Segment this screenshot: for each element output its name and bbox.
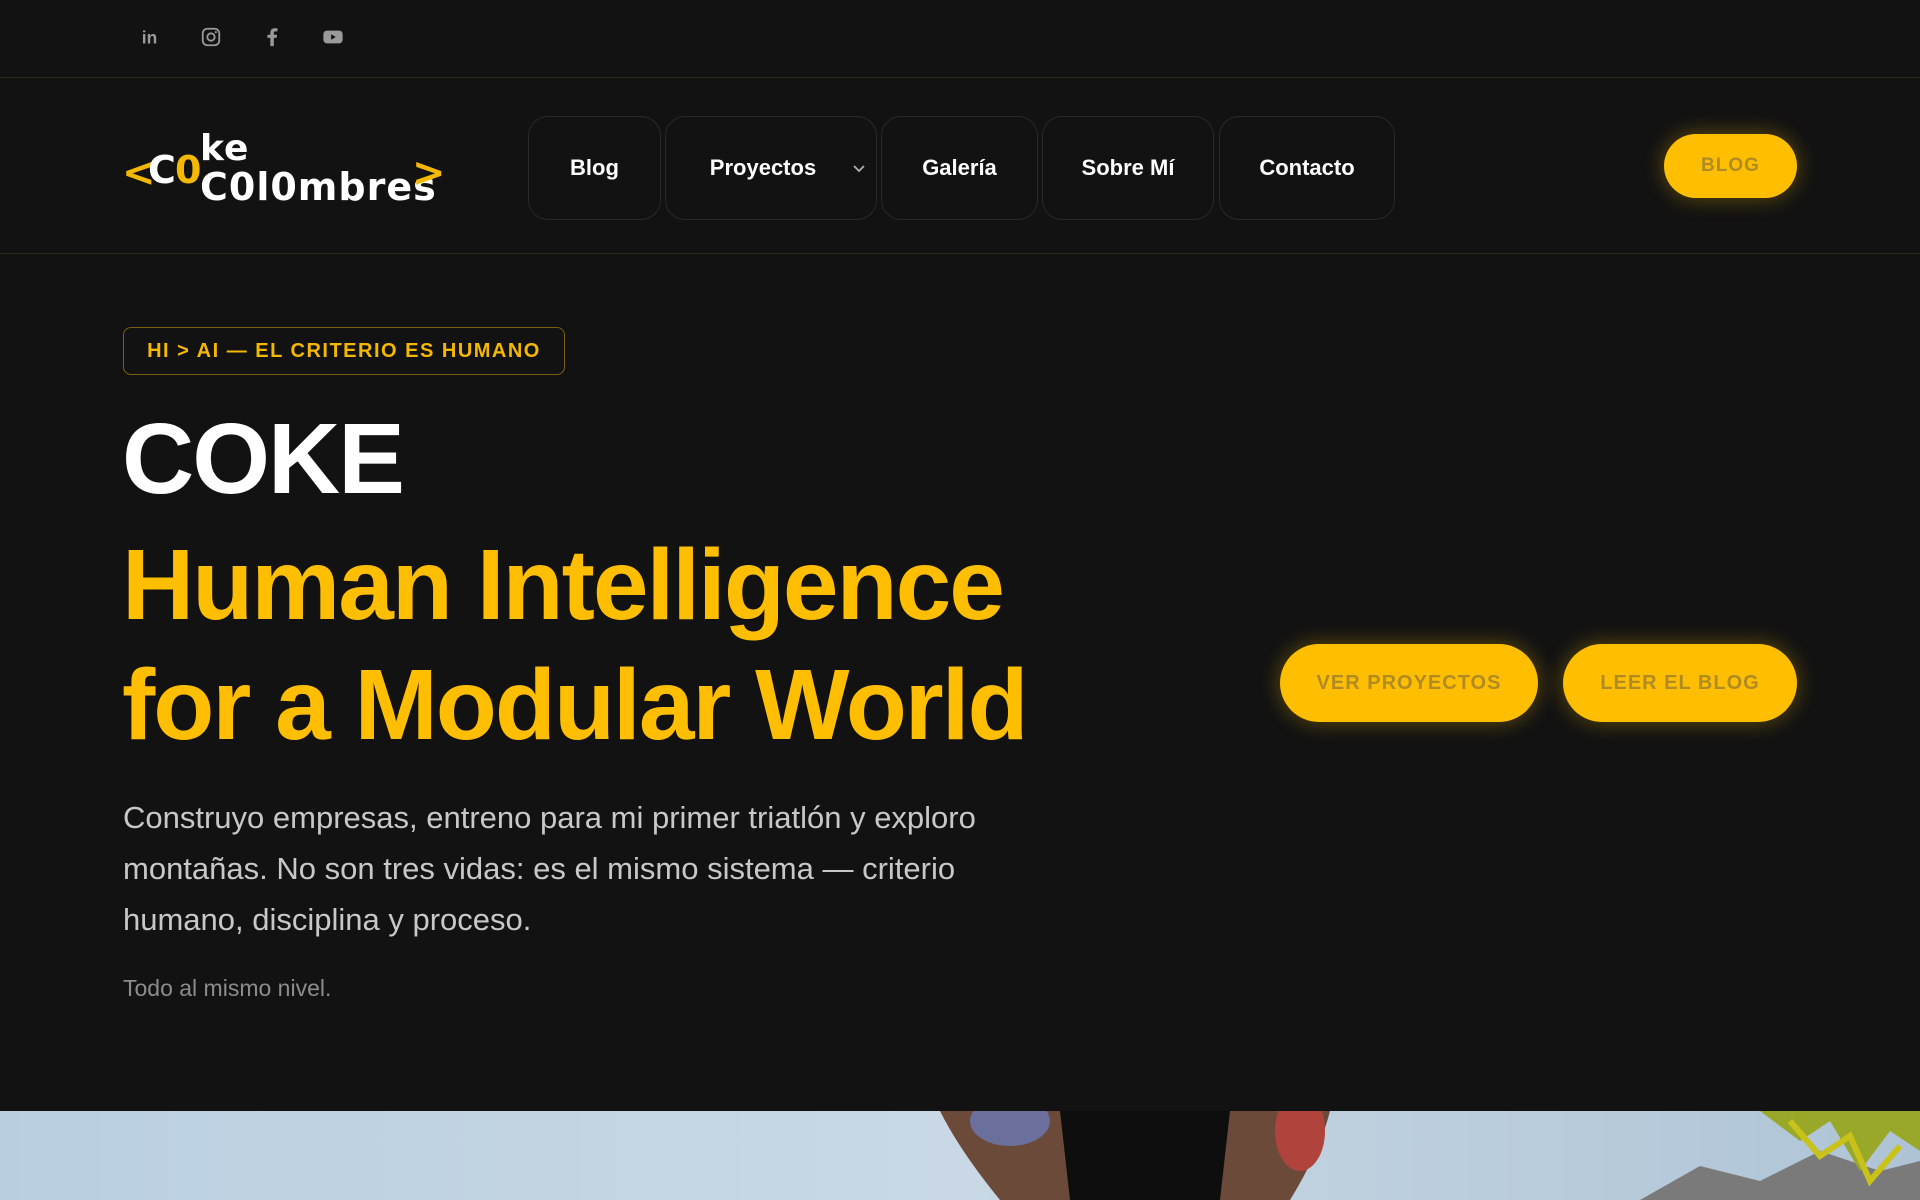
nav-item-blog[interactable]: Blog: [528, 116, 661, 220]
hero-photo: [0, 1111, 1920, 1200]
nav-item-contacto[interactable]: Contacto: [1219, 116, 1395, 220]
logo-letter-c: C: [148, 148, 176, 192]
nav-item-galeria[interactable]: Galería: [881, 116, 1038, 220]
nav-item-label: Contacto: [1259, 155, 1355, 180]
top-social-bar: in: [0, 0, 1920, 78]
leer-el-blog-button[interactable]: LEER EL BLOG: [1563, 644, 1797, 722]
nav-item-sobre-mi[interactable]: Sobre Mí: [1042, 116, 1214, 220]
hero-subtitle-line-1: Human Intelligence: [122, 529, 1005, 641]
hero-lead-text: Construyo empresas, entreno para mi prim…: [123, 800, 976, 937]
instagram-icon[interactable]: [196, 22, 226, 52]
facebook-icon[interactable]: [257, 22, 287, 52]
linkedin-icon[interactable]: in: [135, 22, 165, 52]
logo-bracket-close: >: [412, 150, 446, 196]
logo-top-text: ke: [200, 128, 250, 169]
nav-item-label: Proyectos: [709, 155, 817, 180]
nav-item-label: Blog: [570, 155, 619, 180]
ver-proyectos-button[interactable]: VER PROYECTOS: [1280, 644, 1538, 722]
nav-item-label: Sobre Mí: [1081, 155, 1175, 180]
svg-text:in: in: [142, 27, 157, 47]
site-logo[interactable]: < C 0 ke C0l0mbres >: [122, 128, 446, 209]
nav-item-label: Galería: [922, 155, 997, 180]
hero-small-text: Todo al mismo nivel.: [123, 975, 332, 1001]
youtube-icon[interactable]: [318, 22, 348, 52]
blog-cta-button[interactable]: BLOG: [1664, 134, 1797, 198]
chevron-down-icon: [853, 165, 865, 173]
logo-letter-zero: 0: [175, 148, 202, 192]
logo-bottom-text: C0l0mbres: [200, 165, 437, 209]
hero-subtitle-line-2: for a Modular World: [122, 649, 1029, 761]
hero-title: COKE: [122, 403, 405, 515]
nav-item-proyectos[interactable]: Proyectos: [665, 116, 877, 220]
hero-tag: HI > AI — EL CRITERIO ES HUMANO: [123, 327, 565, 375]
